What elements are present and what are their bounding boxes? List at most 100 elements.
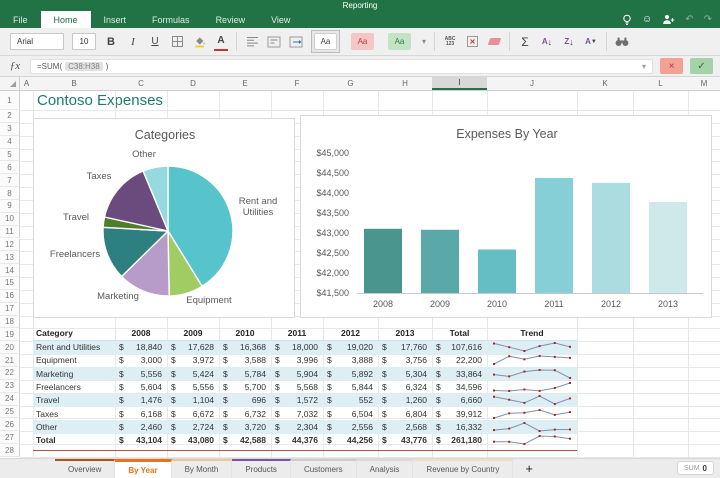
confirm-entry-button[interactable]: ✓ bbox=[690, 58, 713, 74]
table-row[interactable]: Taxes$6,168$6,672$6,732$7,032$6,504$6,80… bbox=[33, 407, 577, 420]
row-header-13[interactable]: 13 bbox=[0, 251, 20, 264]
filter-icon[interactable]: A▼ bbox=[584, 33, 598, 51]
sheet-tab-revenue-by-country[interactable]: Revenue by Country bbox=[413, 459, 513, 478]
row-header-9[interactable]: 9 bbox=[0, 200, 20, 213]
row-header-28[interactable]: 28 bbox=[0, 444, 20, 457]
table-row[interactable]: Rent and Utilities$18,840$17,628$16,368$… bbox=[33, 341, 577, 354]
align-icon[interactable] bbox=[245, 33, 259, 51]
eraser-icon[interactable] bbox=[487, 33, 501, 51]
row-header-17[interactable]: 17 bbox=[0, 303, 20, 316]
select-all-corner[interactable] bbox=[0, 77, 20, 90]
row-header-14[interactable]: 14 bbox=[0, 264, 20, 277]
table-row[interactable]: Equipment$3,000$3,972$3,588$3,996$3,888$… bbox=[33, 354, 577, 367]
font-color-icon[interactable]: A bbox=[214, 33, 228, 51]
cell-styles-dropdown-icon[interactable]: ▾ bbox=[422, 37, 426, 46]
ribbon-tab-file[interactable]: File bbox=[0, 11, 41, 28]
ribbon-tab-home[interactable]: Home bbox=[41, 11, 91, 28]
row-header-2[interactable]: 2 bbox=[0, 110, 20, 123]
column-header-D[interactable]: D bbox=[167, 77, 219, 90]
column-header-H[interactable]: H bbox=[378, 77, 432, 90]
row-header-23[interactable]: 23 bbox=[0, 380, 20, 393]
cancel-entry-button[interactable]: × bbox=[660, 58, 683, 74]
row-header-18[interactable]: 18 bbox=[0, 316, 20, 329]
column-header-G[interactable]: G bbox=[323, 77, 378, 90]
column-header-J[interactable]: J bbox=[487, 77, 577, 90]
bar-2008[interactable] bbox=[364, 229, 402, 293]
ribbon-tab-insert[interactable]: Insert bbox=[91, 11, 140, 28]
cell-style-default[interactable]: Aa bbox=[311, 30, 340, 53]
row-header-27[interactable]: 27 bbox=[0, 431, 20, 444]
ribbon-tab-review[interactable]: Review bbox=[203, 11, 259, 28]
row-header-10[interactable]: 10 bbox=[0, 213, 20, 226]
sheet-tab-by-year[interactable]: By Year bbox=[115, 459, 171, 478]
font-name-select[interactable]: Arial bbox=[10, 33, 64, 50]
formula-cell-reference[interactable]: C38:H38 bbox=[65, 62, 103, 71]
bold-button[interactable]: B bbox=[104, 33, 118, 51]
undo-icon[interactable]: ↶ bbox=[685, 15, 693, 25]
delete-cells-icon[interactable] bbox=[465, 33, 479, 51]
feedback-smiley-icon[interactable]: ☺ bbox=[642, 15, 652, 25]
bar-2010[interactable] bbox=[478, 250, 516, 294]
sheet-title-cell[interactable]: Contoso Expenses bbox=[37, 91, 163, 110]
share-person-icon[interactable] bbox=[662, 14, 675, 25]
column-header-M[interactable]: M bbox=[688, 77, 720, 90]
table-total-row[interactable]: Total$43,104$43,080$42,588$44,376$44,256… bbox=[33, 434, 577, 447]
column-header-F[interactable]: F bbox=[271, 77, 323, 90]
cells-area[interactable]: Contoso Expenses CategoriesRent andUtili… bbox=[20, 91, 720, 458]
worksheet-grid[interactable]: 1234567891011121314151617181920212223242… bbox=[0, 91, 720, 458]
bar-2012[interactable] bbox=[592, 183, 630, 293]
status-sum-badge[interactable]: SUM 0 bbox=[677, 461, 714, 475]
tell-me-lightbulb-icon[interactable] bbox=[622, 14, 632, 26]
sheet-tab-analysis[interactable]: Analysis bbox=[357, 459, 414, 478]
row-header-3[interactable]: 3 bbox=[0, 123, 20, 136]
column-header-E[interactable]: E bbox=[219, 77, 271, 90]
borders-icon[interactable] bbox=[170, 33, 184, 51]
font-size-select[interactable]: 10 bbox=[72, 33, 96, 50]
formula-expand-icon[interactable]: ▾ bbox=[642, 62, 646, 71]
sheet-tab-overview[interactable]: Overview bbox=[55, 459, 115, 478]
row-header-7[interactable]: 7 bbox=[0, 174, 20, 187]
wrap-text-icon[interactable] bbox=[267, 33, 281, 51]
bar-2009[interactable] bbox=[421, 230, 459, 293]
cell-style-bad[interactable]: Aa bbox=[348, 30, 377, 53]
row-header-4[interactable]: 4 bbox=[0, 136, 20, 149]
underline-button[interactable]: U bbox=[148, 33, 162, 51]
row-header-5[interactable]: 5 bbox=[0, 149, 20, 162]
bar-chart-expenses-by-year[interactable]: Expenses By Year$45,000$44,500$44,000$43… bbox=[300, 115, 712, 318]
row-header-22[interactable]: 22 bbox=[0, 367, 20, 380]
table-row[interactable]: Marketing$5,556$5,424$5,784$5,904$5,892$… bbox=[33, 367, 577, 380]
row-header-8[interactable]: 8 bbox=[0, 187, 20, 200]
bar-2011[interactable] bbox=[535, 178, 573, 293]
sheet-tab-customers[interactable]: Customers bbox=[291, 459, 357, 478]
bar-2013[interactable] bbox=[649, 202, 687, 293]
ribbon-tab-formulas[interactable]: Formulas bbox=[139, 11, 203, 28]
find-binoculars-icon[interactable] bbox=[615, 33, 629, 51]
row-header-20[interactable]: 20 bbox=[0, 341, 20, 354]
column-header-I[interactable]: I bbox=[432, 77, 487, 90]
sort-ascending-icon[interactable]: A↓ bbox=[540, 33, 554, 51]
ribbon-tab-view[interactable]: View bbox=[258, 11, 303, 28]
row-header-19[interactable]: 19 bbox=[0, 328, 20, 341]
column-header-B[interactable]: B bbox=[33, 77, 115, 90]
fill-color-icon[interactable] bbox=[192, 33, 206, 51]
italic-button[interactable]: I bbox=[126, 33, 140, 51]
formula-input[interactable]: =SUM( C38:H38 ) ▾ bbox=[30, 59, 653, 74]
autosum-icon[interactable]: Σ bbox=[518, 33, 532, 51]
row-header-24[interactable]: 24 bbox=[0, 393, 20, 406]
row-header-21[interactable]: 21 bbox=[0, 354, 20, 367]
column-header-A[interactable]: A bbox=[20, 77, 33, 90]
row-header-6[interactable]: 6 bbox=[0, 161, 20, 174]
cell-style-chip[interactable]: Aa bbox=[388, 33, 411, 50]
add-sheet-button[interactable]: + bbox=[513, 459, 545, 478]
row-header-15[interactable]: 15 bbox=[0, 277, 20, 290]
cell-style-good[interactable]: Aa bbox=[385, 30, 414, 53]
merge-cells-icon[interactable] bbox=[289, 33, 303, 51]
cell-style-chip[interactable]: Aa bbox=[351, 33, 374, 50]
cell-style-chip[interactable]: Aa bbox=[314, 33, 337, 50]
table-row[interactable]: Travel$1,476$1,104$696$1,572$552$1,260$6… bbox=[33, 394, 577, 407]
column-header-L[interactable]: L bbox=[633, 77, 688, 90]
column-header-C[interactable]: C bbox=[115, 77, 167, 90]
row-header-11[interactable]: 11 bbox=[0, 226, 20, 239]
row-header-25[interactable]: 25 bbox=[0, 406, 20, 419]
redo-icon[interactable]: ↷ bbox=[704, 15, 712, 25]
